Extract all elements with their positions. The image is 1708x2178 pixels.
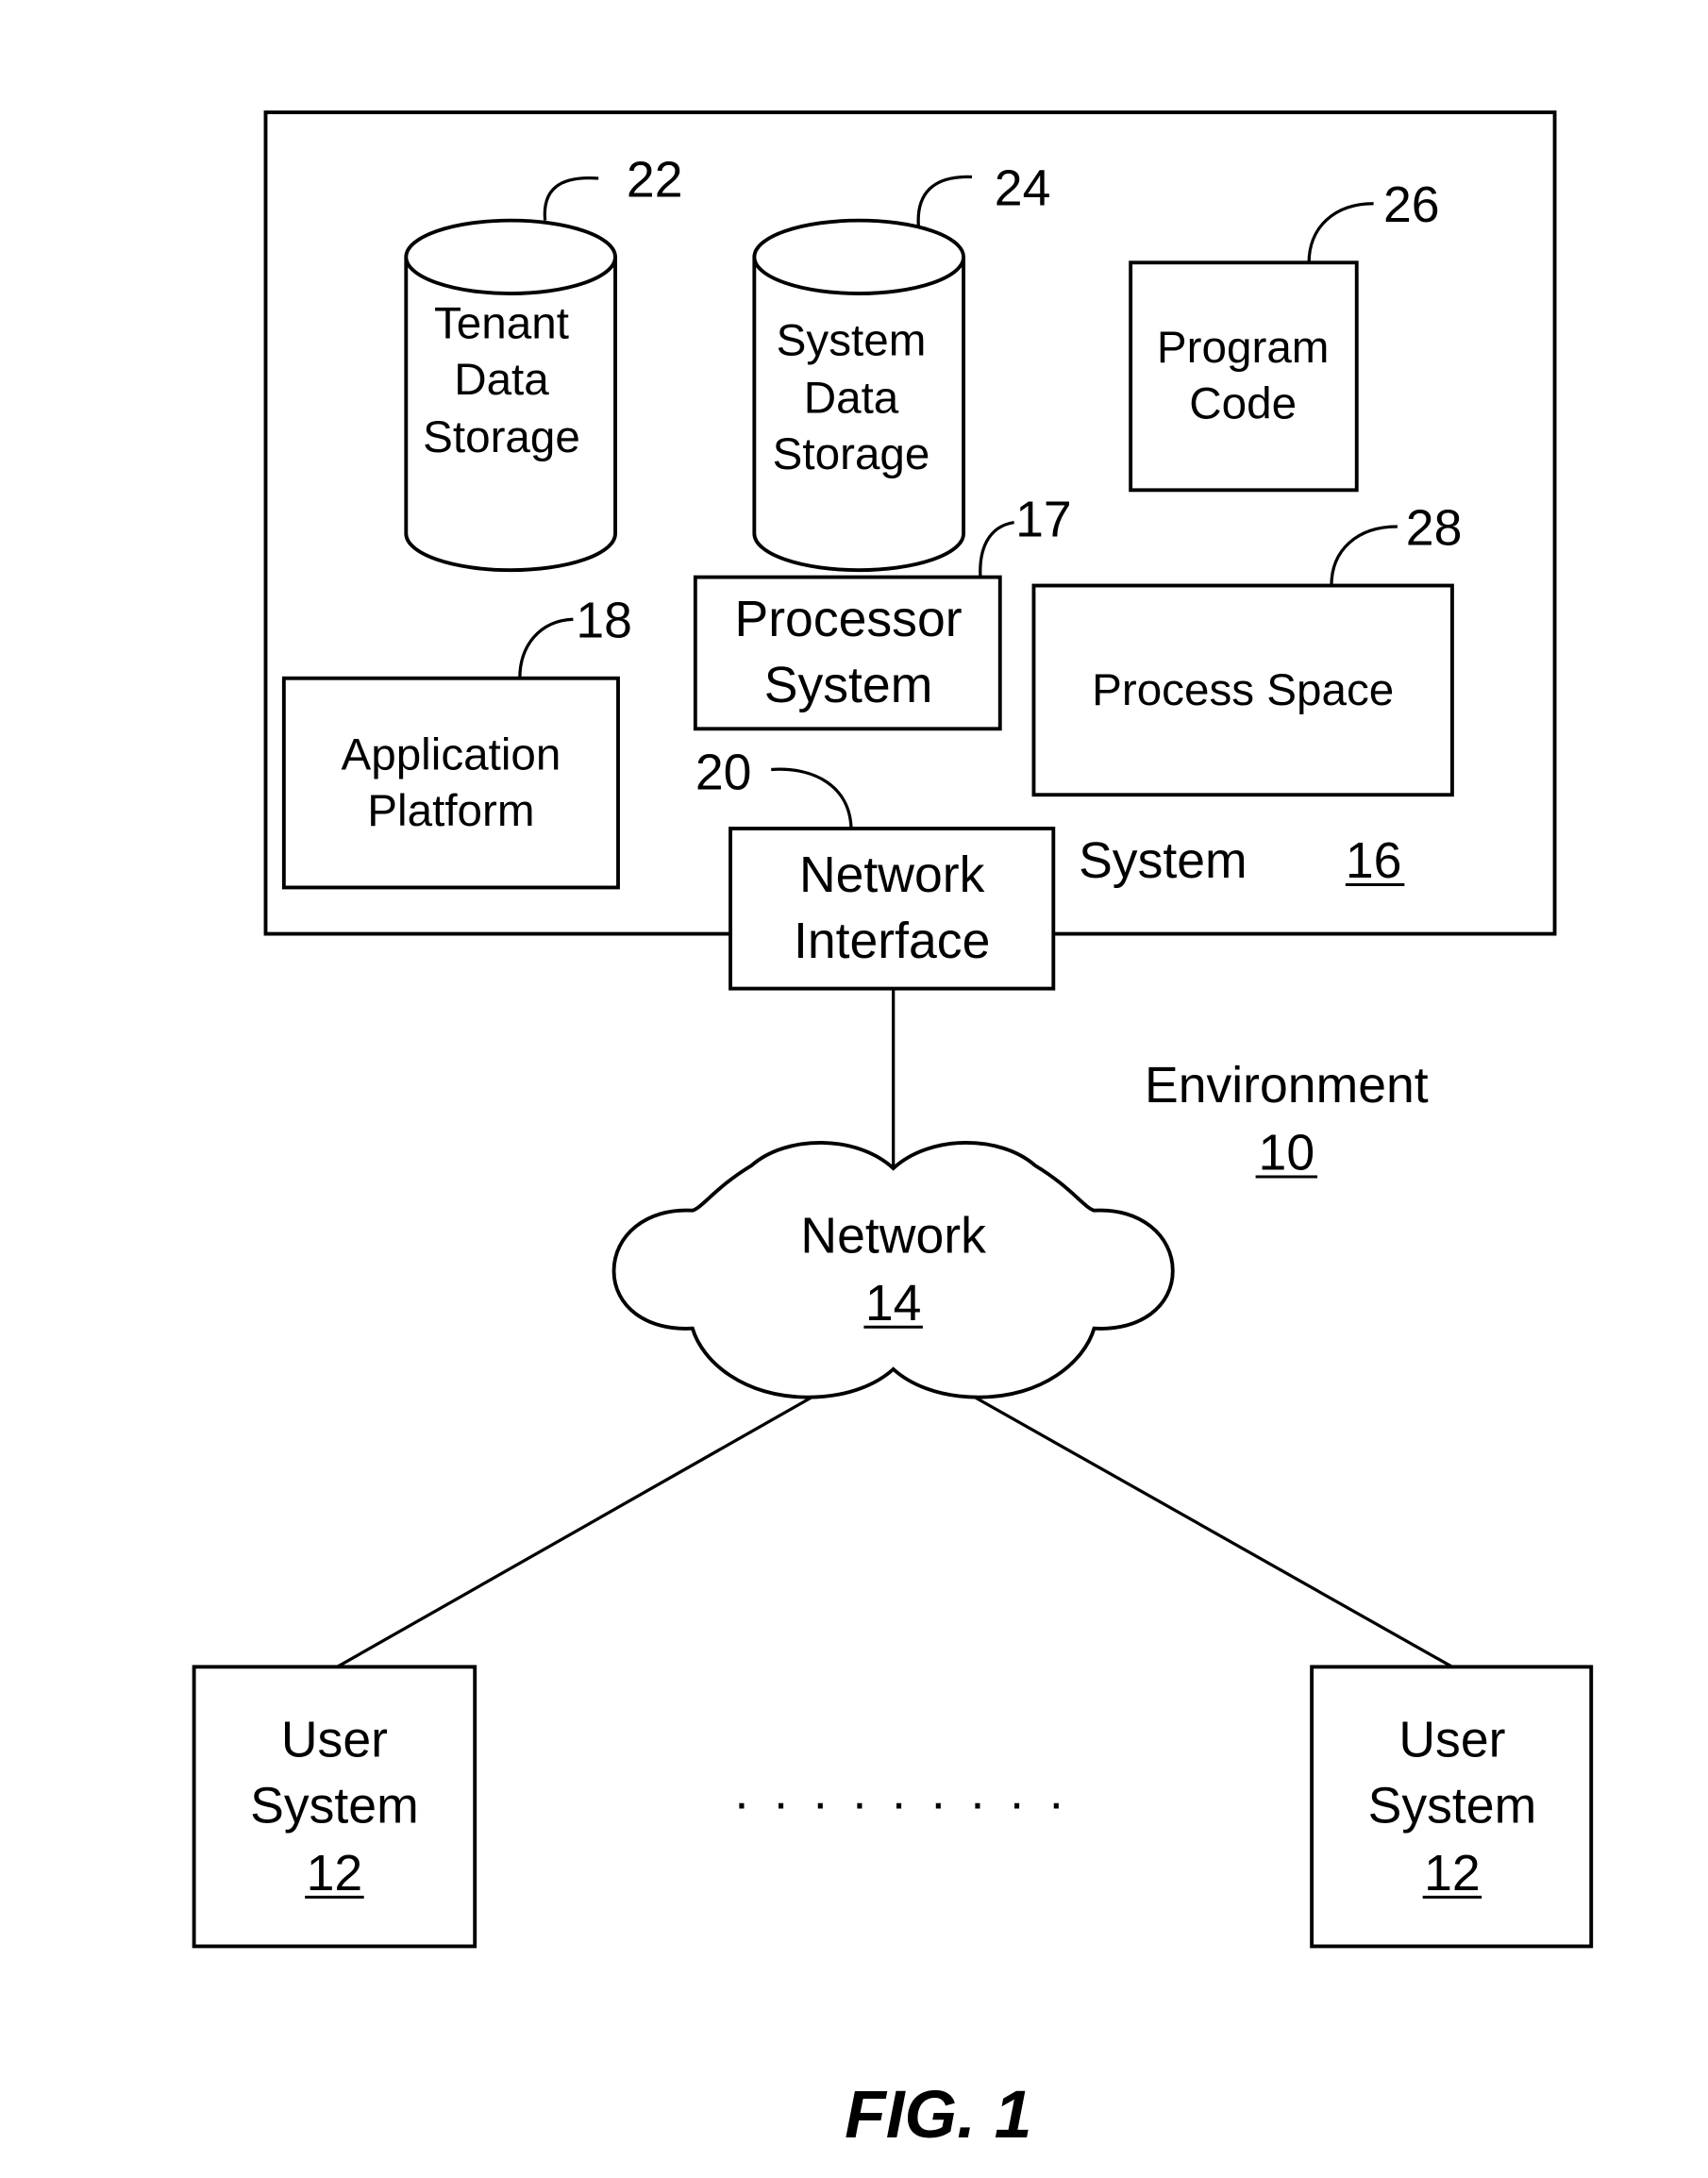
ref-number-22: 22 (627, 152, 683, 208)
network-label: Network (800, 1208, 986, 1264)
network-ref: 14 (865, 1276, 922, 1332)
user-system-1: User System 12 (192, 1665, 477, 1949)
ref-number-24: 24 (995, 160, 1051, 216)
program-code-line-2: Code (1189, 378, 1297, 428)
user-system-2-line-1: User (1398, 1713, 1505, 1768)
user-system-2-line-2: System (1368, 1779, 1537, 1835)
application-platform-line-1: Application (341, 729, 561, 779)
user-system-1-line-2: System (250, 1779, 419, 1835)
program-code-line-1: Program (1157, 323, 1330, 373)
system-storage-line-2: Data (804, 373, 899, 423)
network-interface-box: Network Interface (728, 827, 1056, 991)
ref-number-20: 20 (695, 745, 752, 800)
tenant-storage-line-1: Tenant (434, 299, 569, 349)
user-system-1-ref: 12 (307, 1846, 363, 1902)
system-label: System (1079, 833, 1248, 889)
network-interface-line-1: Network (799, 847, 985, 903)
user-system-2-ref: 12 (1424, 1846, 1481, 1902)
program-code-box: Program Code (1129, 260, 1359, 493)
network-cloud: Network 14 (611, 1140, 1175, 1399)
application-platform-box: Application Platform (281, 676, 620, 890)
system-label-text: System (1079, 833, 1248, 889)
system-ref: 16 (1346, 833, 1402, 889)
system-data-storage: System Data Storage (752, 218, 966, 573)
ref-number-28: 28 (1406, 500, 1463, 556)
network-to-user-system-2-link (974, 1396, 1453, 1668)
ref-number-17: 17 (1015, 492, 1072, 547)
network-to-user-system-1-link (336, 1396, 813, 1668)
figure-caption: FIG. 1 (845, 2077, 1031, 2153)
process-space-label: Process Space (1092, 665, 1394, 715)
ref-number-26: 26 (1383, 177, 1440, 233)
more-user-systems-ellipsis: . . . . . . . . . (735, 1765, 1069, 1820)
tenant-data-storage: Tenant Data Storage (404, 218, 617, 573)
network-interface-line-2: Interface (794, 913, 990, 969)
environment-label: Environment (1145, 1058, 1429, 1114)
processor-system-line-2: System (764, 658, 933, 713)
system-storage-line-1: System (777, 315, 927, 365)
processor-system-box: Processor System (693, 575, 1002, 731)
process-space-box: Process Space (1031, 583, 1454, 797)
user-system-2: User System 12 (1310, 1665, 1594, 1949)
environment-ref: 10 (1259, 1126, 1315, 1181)
processor-system-line-1: Processor (734, 592, 962, 647)
tenant-storage-line-3: Storage (423, 412, 580, 462)
user-system-1-line-1: User (281, 1713, 388, 1768)
application-platform-line-2: Platform (367, 786, 534, 836)
ref-number-18: 18 (576, 594, 632, 649)
system-storage-line-3: Storage (773, 429, 930, 479)
tenant-storage-line-2: Data (454, 355, 549, 405)
system-environment-diagram: Tenant Data Storage 22 System Data Stora… (192, 110, 1594, 2153)
